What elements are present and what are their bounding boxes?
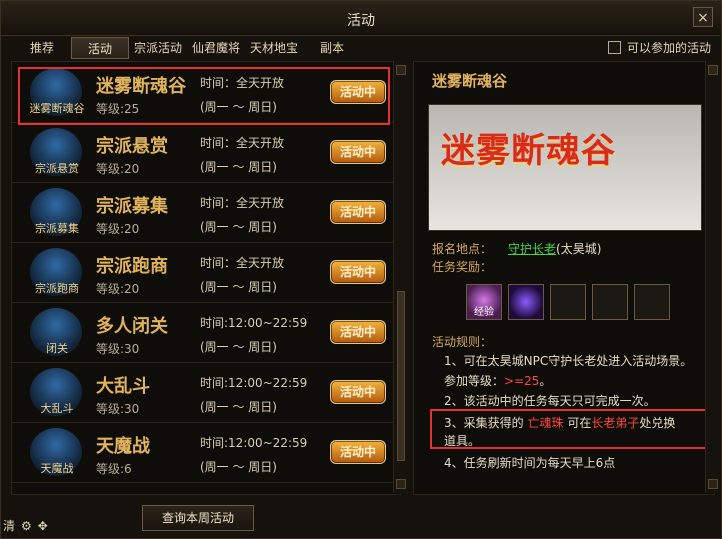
activity-row[interactable]: 天魔战 天魔战 等级:6 时间:12:00~22:59 (周一 ～ 周日) 活动… (12, 422, 400, 483)
activity-time: 时间:12:00~22:59 (200, 316, 308, 330)
activity-status-badge: 活动中 (330, 380, 386, 404)
item-reward-slot[interactable] (508, 284, 544, 320)
activity-days: (周一 ～ 周日) (200, 460, 277, 474)
clear-icon[interactable]: 清 (3, 517, 15, 534)
activity-list: 迷雾断魂谷 迷雾断魂谷 等级:25 时间：全天开放 (周一 ～ 周日) 活动中 … (11, 61, 401, 495)
activity-icon-label: 闭关 (46, 342, 68, 355)
activity-time: 时间：全天开放 (200, 256, 285, 270)
activity-row[interactable]: 宗派募集 宗派募集 等级:20 时间：全天开放 (周一 ～ 周日) 活动中 (12, 182, 400, 243)
activity-level: 等级:20 (96, 282, 140, 296)
activity-name: 宗派悬赏 (96, 136, 168, 157)
activity-row[interactable]: 宗派跑商 宗派跑商 等级:20 时间：全天开放 (周一 ～ 周日) 活动中 (12, 242, 400, 303)
activity-level: 等级:6 (96, 462, 132, 476)
rule-1-level-suffix: 。 (539, 374, 552, 388)
activity-time: 时间:12:00~22:59 (200, 436, 308, 450)
rule-4: 4、任务刷新时间为每天早上6点 (444, 456, 616, 470)
tab-recommend[interactable]: 推荐 (13, 37, 71, 59)
gear-icon[interactable]: ⚙ (21, 519, 32, 533)
activity-name: 多人闭关 (96, 316, 168, 337)
reward-label: 任务奖励： (432, 260, 493, 274)
rule-1: 1、可在太昊城NPC守护长老处进入活动场景。 (444, 354, 693, 368)
activity-time: 时间:12:00~22:59 (200, 376, 308, 390)
close-button[interactable]: × (693, 7, 713, 27)
activity-status-badge: 活动中 (330, 320, 386, 344)
tab-immortal-demon[interactable]: 仙君魔将 (187, 37, 245, 59)
rule-1-level-prefix: 参加等级： (444, 374, 505, 388)
rule-highlight (430, 409, 708, 449)
move-icon[interactable]: ✥ (38, 519, 48, 533)
tab-sect-activities[interactable]: 宗派活动 (129, 37, 187, 59)
rules-title: 活动规则： (432, 335, 493, 349)
detail-banner-text: 迷雾断魂谷 (441, 131, 616, 171)
signup-location[interactable]: 守护长老(太昊城) (508, 240, 601, 257)
rule-1-level-value: >=25 (504, 374, 540, 388)
activity-name: 天魔战 (96, 436, 150, 457)
empty-reward-slot[interactable] (592, 284, 628, 320)
scroll-down-icon[interactable] (708, 479, 718, 489)
only-available-filter[interactable]: 可以参加的活动 (607, 39, 711, 56)
only-available-label: 可以参加的活动 (626, 41, 711, 55)
activity-days: (周一 ～ 周日) (200, 220, 277, 234)
activity-icon-label: 宗派募集 (35, 222, 79, 235)
activity-icon-label: 天魔战 (40, 462, 74, 475)
tabs: 推荐 活动 宗派活动 仙君魔将 天材地宝 副本 (13, 37, 361, 61)
activity-days: (周一 ～ 周日) (200, 340, 277, 354)
empty-reward-slot[interactable] (634, 284, 670, 320)
activity-level: 等级:20 (96, 222, 140, 236)
activity-time: 时间：全天开放 (200, 196, 285, 210)
exp-reward-label: 经验 (474, 307, 494, 318)
activity-time: 时间：全天开放 (200, 136, 285, 150)
activity-status-badge: 活动中 (330, 140, 386, 164)
query-week-activities-button[interactable]: 查询本周活动 (142, 505, 254, 531)
scroll-down-icon[interactable] (396, 479, 406, 489)
scroll-up-icon[interactable] (396, 65, 406, 75)
detail-banner: 迷雾断魂谷 (428, 104, 702, 231)
footer-controls: 清 ⚙ ✥ (3, 517, 48, 534)
scroll-thumb[interactable] (397, 291, 405, 461)
signup-npc-link[interactable]: 守护长老 (508, 242, 556, 256)
activity-icon-label: 宗派悬赏 (35, 162, 79, 175)
rule-2: 2、该活动中的任务每天只可完成一次。 (444, 394, 656, 408)
activity-level: 等级:30 (96, 342, 140, 356)
tab-dungeon[interactable]: 副本 (303, 37, 361, 59)
detail-title: 迷雾断魂谷 (432, 72, 508, 90)
exp-reward-slot[interactable]: 经验 (466, 284, 502, 320)
activity-row[interactable]: 大乱斗 大乱斗 等级:30 时间:12:00~22:59 (周一 ～ 周日) 活… (12, 362, 400, 423)
activity-name: 宗派跑商 (96, 256, 168, 277)
activity-status-badge: 活动中 (330, 200, 386, 224)
activity-days: (周一 ～ 周日) (200, 400, 277, 414)
activity-row[interactable]: 闭关 多人闭关 等级:30 时间:12:00~22:59 (周一 ～ 周日) 活… (12, 302, 400, 363)
tab-treasures[interactable]: 天材地宝 (245, 37, 303, 59)
activity-status-badge: 活动中 (330, 260, 386, 284)
activity-name: 宗派募集 (96, 196, 168, 217)
activity-list-scrollbar[interactable] (393, 61, 408, 493)
activity-days: (周一 ～ 周日) (200, 280, 277, 294)
activity-window: 活动 × 推荐 活动 宗派活动 仙君魔将 天材地宝 副本 可以参加的活动 迷雾断… (0, 0, 722, 539)
window-title: 活动 (347, 13, 375, 29)
rule-1-level: 参加等级：>=25。 (444, 372, 551, 389)
selected-row-highlight (18, 67, 390, 125)
activity-row[interactable]: 宗派悬赏 宗派悬赏 等级:20 时间：全天开放 (周一 ～ 周日) 活动中 (12, 122, 400, 183)
activity-name: 大乱斗 (96, 376, 150, 397)
titlebar: 活动 × (1, 1, 721, 36)
activity-days: (周一 ～ 周日) (200, 160, 277, 174)
activity-level: 等级:20 (96, 162, 140, 176)
activity-status-badge: 活动中 (330, 440, 386, 464)
detail-scrollbar[interactable] (705, 61, 720, 493)
activity-level: 等级:30 (96, 402, 140, 416)
signup-place: (太昊城) (556, 242, 602, 256)
only-available-checkbox[interactable] (607, 41, 621, 54)
activity-icon-label: 宗派跑商 (35, 282, 79, 295)
activity-icon-label: 大乱斗 (40, 402, 74, 415)
reward-slots: 经验 (466, 284, 670, 320)
empty-reward-slot[interactable] (550, 284, 586, 320)
signup-label: 报名地点： (432, 242, 493, 256)
scroll-up-icon[interactable] (708, 65, 718, 75)
activity-row[interactable]: 迷雾断魂谷 迷雾断魂谷 等级:25 时间：全天开放 (周一 ～ 周日) 活动中 (12, 62, 400, 125)
tab-activities[interactable]: 活动 (71, 37, 129, 59)
activity-detail-panel: 迷雾断魂谷 迷雾断魂谷 报名地点： 守护长老(太昊城) 任务奖励： 经验 活动规… (413, 61, 715, 495)
